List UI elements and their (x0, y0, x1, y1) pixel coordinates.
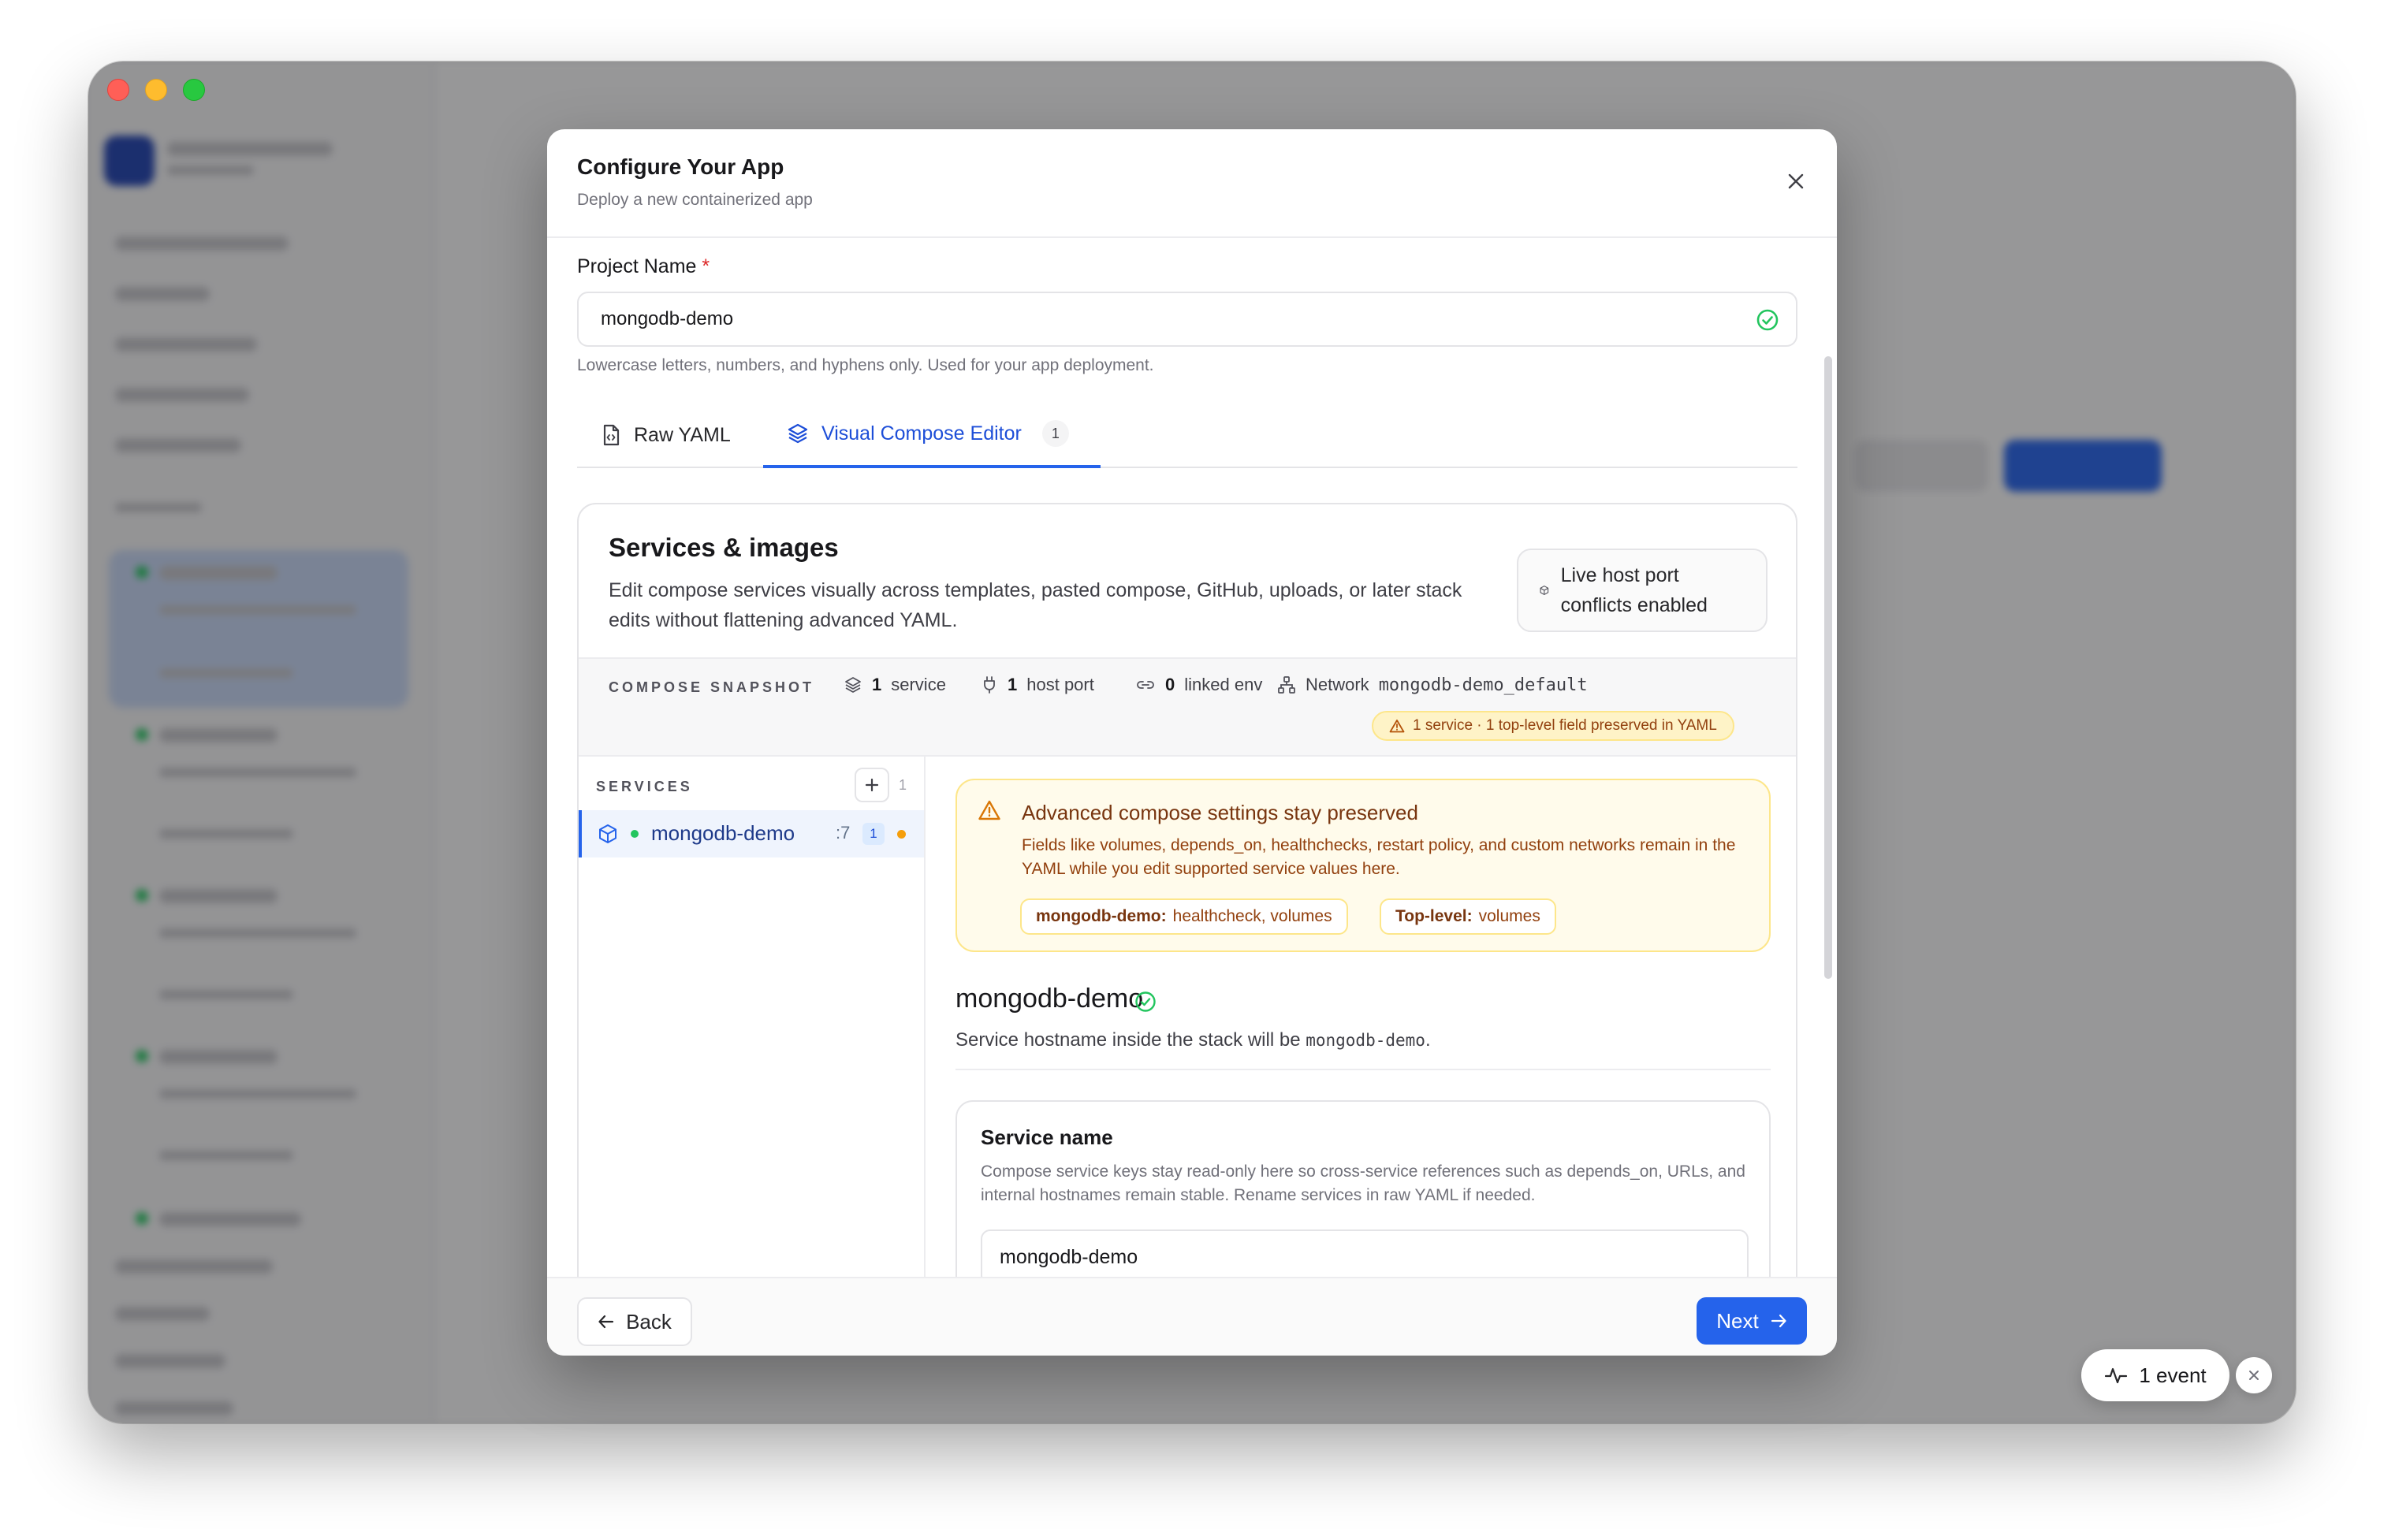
window-controls (107, 79, 205, 101)
snapshot-port-label: host port (1026, 675, 1094, 694)
advisory-chip-top-level: Top-level: volumes (1380, 898, 1556, 935)
events-toast-label: 1 event (2139, 1363, 2207, 1387)
service-warning-indicator (897, 830, 906, 839)
snapshot-service-label: service (891, 675, 946, 694)
project-name-label: Project Name * (577, 255, 710, 278)
next-button-label: Next (1716, 1308, 1759, 1333)
tab-visual-compose-editor[interactable]: Visual Compose Editor 1 (763, 402, 1101, 468)
advisory-title: Advanced compose settings stay preserved (1022, 801, 1418, 824)
snapshot-linked-env: 0 linked env (1135, 675, 1262, 695)
cube-icon (1540, 585, 1549, 596)
services-list-count: 1 (899, 777, 907, 793)
valid-check-icon (1756, 309, 1779, 331)
service-hostname-suffix: . (1425, 1029, 1431, 1051)
close-icon (1788, 173, 1804, 189)
service-list-item-port: :7 (836, 823, 851, 843)
service-name-card: Service name Compose service keys stay r… (955, 1100, 1771, 1277)
service-list-item-badge: 1 (862, 823, 885, 845)
cube-icon (599, 824, 616, 843)
service-hostname-prefix: Service hostname inside the stack will b… (955, 1029, 1301, 1051)
add-service-button[interactable] (855, 768, 889, 802)
services-card: Services & images Edit compose services … (577, 503, 1797, 1277)
snapshot-network: Network mongodb-demo_default (1277, 675, 1588, 695)
advisory-chip-service: mongodb-demo: healthcheck, volumes (1020, 898, 1348, 935)
snapshot-host-ports: 1 host port (981, 675, 1094, 695)
dialog-title: Configure Your App (577, 154, 784, 179)
services-card-title: Services & images (609, 533, 839, 562)
snapshot-network-label: Network (1306, 675, 1369, 694)
network-icon (1278, 676, 1295, 694)
editor-tabs: Raw YAML Visual Compose Editor 1 (577, 402, 1797, 468)
dialog-subtitle: Deploy a new containerized app (577, 191, 813, 209)
service-hostname-line: Service hostname inside the stack will b… (955, 1029, 1431, 1051)
required-mark: * (702, 255, 710, 277)
project-name-label-text: Project Name (577, 255, 697, 277)
close-dialog-button[interactable] (1779, 164, 1813, 199)
dialog-footer: Back Next (547, 1277, 1837, 1356)
project-name-hint: Lowercase letters, numbers, and hyphens … (577, 356, 1154, 374)
tab-count-badge: 1 (1041, 420, 1069, 447)
snapshot-network-value: mongodb-demo_default (1378, 675, 1588, 695)
arrow-right-icon (1771, 1314, 1786, 1328)
snapshot-port-count: 1 (1008, 675, 1018, 694)
snapshot-service-count: 1 (872, 675, 882, 694)
dialog-scrollbar[interactable] (1824, 356, 1832, 979)
configure-app-dialog: Configure Your App Deploy a new containe… (547, 129, 1837, 1356)
tab-raw-yaml-label: Raw YAML (634, 423, 731, 446)
file-code-icon (603, 424, 620, 446)
advanced-settings-advisory: Advanced compose settings stay preserved… (955, 779, 1771, 952)
advisory-chip-value: volumes (1478, 907, 1540, 925)
warning-icon (978, 800, 1000, 820)
preserved-fields-warning: 1 service · 1 top-level field preserved … (1372, 711, 1734, 741)
advisory-chip-key: Top-level: (1395, 907, 1473, 925)
service-name-input[interactable] (981, 1229, 1749, 1277)
layers-icon (845, 677, 861, 693)
close-window-button[interactable] (107, 79, 129, 101)
snapshot-services: 1 service (844, 675, 946, 695)
services-list-header: SERVICES (596, 779, 693, 794)
tab-raw-yaml[interactable]: Raw YAML (577, 402, 754, 468)
snapshot-label: COMPOSE SNAPSHOT (609, 679, 815, 695)
layers-icon (788, 423, 808, 444)
back-button[interactable]: Back (577, 1297, 692, 1346)
advisory-chip-key: mongodb-demo: (1036, 907, 1167, 925)
plus-icon (865, 778, 879, 792)
snapshot-env-label: linked env (1184, 675, 1263, 694)
service-running-indicator (631, 830, 639, 838)
warning-icon (1389, 720, 1405, 733)
valid-check-icon (1135, 991, 1156, 1012)
plug-icon (984, 676, 995, 694)
project-name-input[interactable] (577, 292, 1797, 347)
zoom-window-button[interactable] (183, 79, 205, 101)
compose-snapshot: COMPOSE SNAPSHOT 1 service 1 host port 0… (579, 657, 1796, 757)
services-list-panel: SERVICES 1 mongodb-demo :7 1 (579, 757, 926, 1277)
service-list-item-name: mongodb-demo (651, 821, 795, 845)
service-name-title: Service name (981, 1125, 1113, 1149)
snapshot-env-count: 0 (1165, 675, 1175, 694)
service-hostname-value: mongodb-demo (1306, 1031, 1425, 1050)
services-card-description: Edit compose services visually across te… (609, 579, 1462, 631)
live-port-conflicts-pill: Live host port conflicts enabled (1517, 549, 1768, 632)
back-button-label: Back (626, 1309, 672, 1334)
next-button[interactable]: Next (1697, 1297, 1807, 1345)
service-list-item[interactable]: mongodb-demo :7 1 (579, 810, 924, 857)
close-icon (2249, 1371, 2259, 1380)
service-detail-panel: Advanced compose settings stay preserved… (927, 757, 1796, 1277)
service-detail-title: mongodb-demo (955, 984, 1144, 1014)
service-name-description: Compose service keys stay read-only here… (981, 1162, 1745, 1204)
advisory-text: Fields like volumes, depends_on, healthc… (1022, 836, 1736, 878)
dismiss-events-button[interactable] (2236, 1357, 2272, 1393)
dialog-header: Configure Your App Deploy a new containe… (547, 129, 1837, 238)
minimize-window-button[interactable] (145, 79, 167, 101)
dialog-body: Project Name * Lowercase letters, number… (547, 238, 1837, 1277)
section-divider (955, 1069, 1771, 1070)
advisory-chip-value: healthcheck, volumes (1172, 907, 1332, 925)
preserved-fields-warning-text: 1 service · 1 top-level field preserved … (1413, 717, 1717, 734)
arrow-left-icon (598, 1315, 614, 1329)
events-toast-button[interactable]: 1 event (2081, 1349, 2229, 1401)
live-port-conflicts-text: Live host port conflicts enabled (1560, 564, 1708, 616)
activity-icon (2105, 1367, 2128, 1384)
link-icon (1137, 681, 1154, 689)
tab-visual-compose-editor-label: Visual Compose Editor (821, 422, 1022, 445)
